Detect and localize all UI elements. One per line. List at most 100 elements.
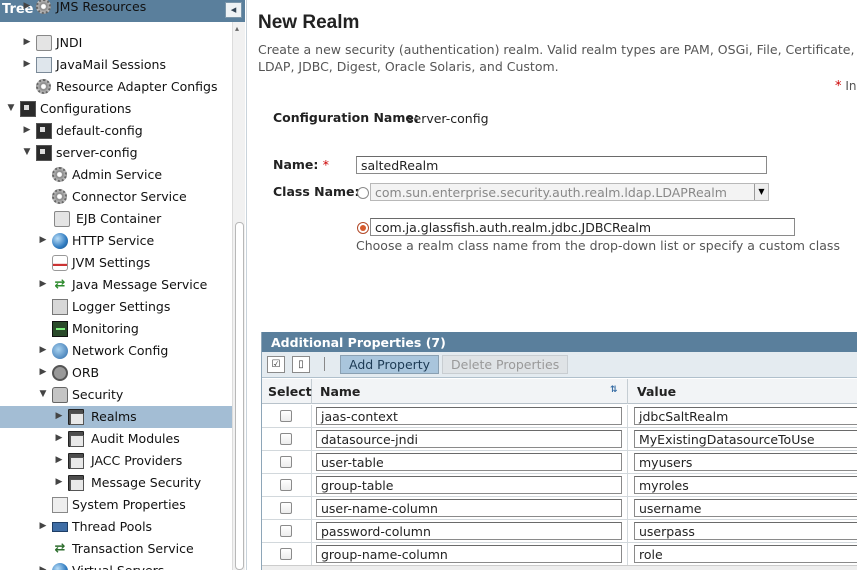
properties-toolbar: ☑ ▯ Add Property Delete Properties (262, 352, 857, 378)
property-name-input[interactable]: user-table (316, 453, 622, 471)
row-select-checkbox[interactable] (280, 410, 292, 422)
class-dropdown-radio[interactable] (357, 187, 369, 199)
property-value-input[interactable]: myroles (634, 476, 857, 494)
name-cell: jaas-context (312, 405, 628, 428)
tree-item-configurations[interactable]: ▼ Configurations (0, 98, 232, 120)
tree-item-system-properties[interactable]: System Properties (0, 494, 232, 516)
tree-item-jvm-settings[interactable]: JVM Settings (0, 252, 232, 274)
collapsed-twisty-icon[interactable]: ▶ (38, 345, 48, 355)
expanded-twisty-icon[interactable]: ▼ (38, 389, 48, 399)
tree-item-default-config[interactable]: ▶ default-config (0, 120, 232, 142)
chevron-down-icon[interactable]: ▼ (754, 184, 768, 200)
tree-item-security[interactable]: ▼ Security (0, 384, 232, 406)
collapsed-twisty-icon[interactable]: ▶ (22, 37, 32, 47)
select-cell (262, 405, 312, 428)
tree-item-transaction-service[interactable]: ⇄ Transaction Service (0, 538, 232, 560)
row-select-checkbox[interactable] (280, 456, 292, 468)
tree-item-java-message-service[interactable]: ▶ ⇄ Java Message Service (0, 274, 232, 296)
property-name-input[interactable]: group-table (316, 476, 622, 494)
tree-item-server-config[interactable]: ▼ server-config (0, 142, 232, 164)
property-name-input[interactable]: password-column (316, 522, 622, 540)
table-horizontal-scrollbar[interactable] (262, 565, 857, 570)
delete-properties-button[interactable]: Delete Properties (442, 355, 569, 374)
add-property-button[interactable]: Add Property (340, 355, 440, 374)
property-name-input[interactable]: user-name-column (316, 499, 622, 517)
tree-item-label: JMS Resources (56, 0, 147, 14)
property-name-input[interactable]: datasource-jndi (316, 430, 622, 448)
collapsed-twisty-icon[interactable]: ▶ (38, 279, 48, 289)
row-select-checkbox[interactable] (280, 548, 292, 560)
sort-icon[interactable]: ⇅ (610, 385, 618, 395)
property-value-input[interactable]: username (634, 499, 857, 517)
page-title: New Realm (258, 12, 360, 33)
tree-item-monitoring[interactable]: Monitoring (0, 318, 232, 340)
tree-item-message-security[interactable]: ▶ Message Security (0, 472, 232, 494)
tree-item-audit-modules[interactable]: ▶ Audit Modules (0, 428, 232, 450)
tree-item-http-service[interactable]: ▶ HTTP Service (0, 230, 232, 252)
property-value-input[interactable]: role (634, 545, 857, 563)
tree-item-resource-adapter-configs[interactable]: Resource Adapter Configs (0, 76, 232, 98)
tree-item-label: ORB (72, 365, 100, 380)
tree-scrollbar-thumb[interactable] (235, 222, 244, 570)
collapsed-twisty-icon[interactable]: ▶ (38, 367, 48, 377)
log-icon (52, 299, 68, 315)
table-row: user-name-column username (262, 497, 857, 520)
tree-item-label: server-config (56, 145, 138, 160)
tree-item-ejb-container[interactable]: EJB Container (0, 208, 232, 230)
row-select-checkbox[interactable] (280, 433, 292, 445)
thread-pool-icon (52, 522, 68, 532)
tree-item-admin-service[interactable]: Admin Service (0, 164, 232, 186)
expanded-twisty-icon[interactable]: ▼ (6, 103, 16, 113)
tree-scrollbar[interactable]: ▴ (232, 22, 245, 570)
row-select-checkbox[interactable] (280, 525, 292, 537)
tree-item-javamail-sessions[interactable]: ▶ JavaMail Sessions (0, 54, 232, 76)
collapsed-twisty-icon[interactable]: ▶ (54, 411, 64, 421)
property-value-input[interactable]: jdbcSaltRealm (634, 407, 857, 425)
tree-item-connector-service[interactable]: Connector Service (0, 186, 232, 208)
tree-item-virtual-servers[interactable]: ▶ Virtual Servers (0, 560, 232, 570)
column-header-name[interactable]: Name ⇅ (312, 379, 628, 404)
collapsed-twisty-icon[interactable]: ▶ (22, 59, 32, 69)
property-value-input[interactable]: userpass (634, 522, 857, 540)
select-all-icon[interactable]: ☑ (267, 356, 285, 373)
class-name-dropdown[interactable]: com.sun.enterprise.security.auth.realm.l… (370, 183, 769, 201)
tree-item-orb[interactable]: ▶ ORB (0, 362, 232, 384)
expanded-twisty-icon[interactable]: ▼ (22, 147, 32, 157)
tree-item-jndi[interactable]: ▶ JNDI (0, 32, 232, 54)
column-header-value[interactable]: Value (628, 379, 857, 404)
collapsed-twisty-icon[interactable]: ▶ (22, 1, 32, 11)
property-value-input[interactable]: MyExistingDatasourceToUse (634, 430, 857, 448)
main-content: New Realm Create a new security (authent… (248, 0, 857, 570)
tree-item-realms[interactable]: ▶ Realms (0, 406, 232, 428)
collapsed-twisty-icon[interactable]: ▶ (54, 477, 64, 487)
tree-item-label: Network Config (72, 343, 169, 358)
tree-item-label: HTTP Service (72, 233, 155, 248)
property-value-input[interactable]: myusers (634, 453, 857, 471)
row-select-checkbox[interactable] (280, 479, 292, 491)
tree-item-label: Thread Pools (72, 519, 153, 534)
collapsed-twisty-icon[interactable]: ▶ (54, 433, 64, 443)
collapsed-twisty-icon[interactable]: ▶ (38, 565, 48, 570)
collapsed-twisty-icon[interactable]: ▶ (54, 455, 64, 465)
custom-class-input[interactable]: com.ja.glassfish.auth.realm.jdbc.JDBCRea… (370, 218, 795, 236)
collapsed-twisty-icon[interactable]: ▶ (38, 521, 48, 531)
collapsed-twisty-icon[interactable]: ▶ (22, 125, 32, 135)
class-custom-radio[interactable] (357, 222, 369, 234)
realm-name-input[interactable]: saltedRealm (356, 156, 767, 174)
scroll-up-arrow-icon[interactable]: ▴ (235, 24, 239, 33)
select-cell (262, 497, 312, 520)
tree-item-network-config[interactable]: ▶ Network Config (0, 340, 232, 362)
tree-item-jacc-providers[interactable]: ▶ JACC Providers (0, 450, 232, 472)
collapsed-twisty-icon[interactable]: ▶ (38, 235, 48, 245)
tree-item-thread-pools[interactable]: ▶ Thread Pools (0, 516, 232, 538)
jar-icon (54, 211, 70, 227)
deselect-all-icon[interactable]: ▯ (292, 356, 310, 373)
tree-item-logger-settings[interactable]: Logger Settings (0, 296, 232, 318)
column-header-select[interactable]: Select (262, 379, 312, 404)
tree-item-label: Resource Adapter Configs (56, 79, 218, 94)
property-name-input[interactable]: jaas-context (316, 407, 622, 425)
row-select-checkbox[interactable] (280, 502, 292, 514)
property-name-input[interactable]: group-name-column (316, 545, 622, 563)
tree-item-jms-resources[interactable]: ▶ JMS Resources (0, 0, 232, 18)
tree-item-label: Monitoring (72, 321, 139, 336)
